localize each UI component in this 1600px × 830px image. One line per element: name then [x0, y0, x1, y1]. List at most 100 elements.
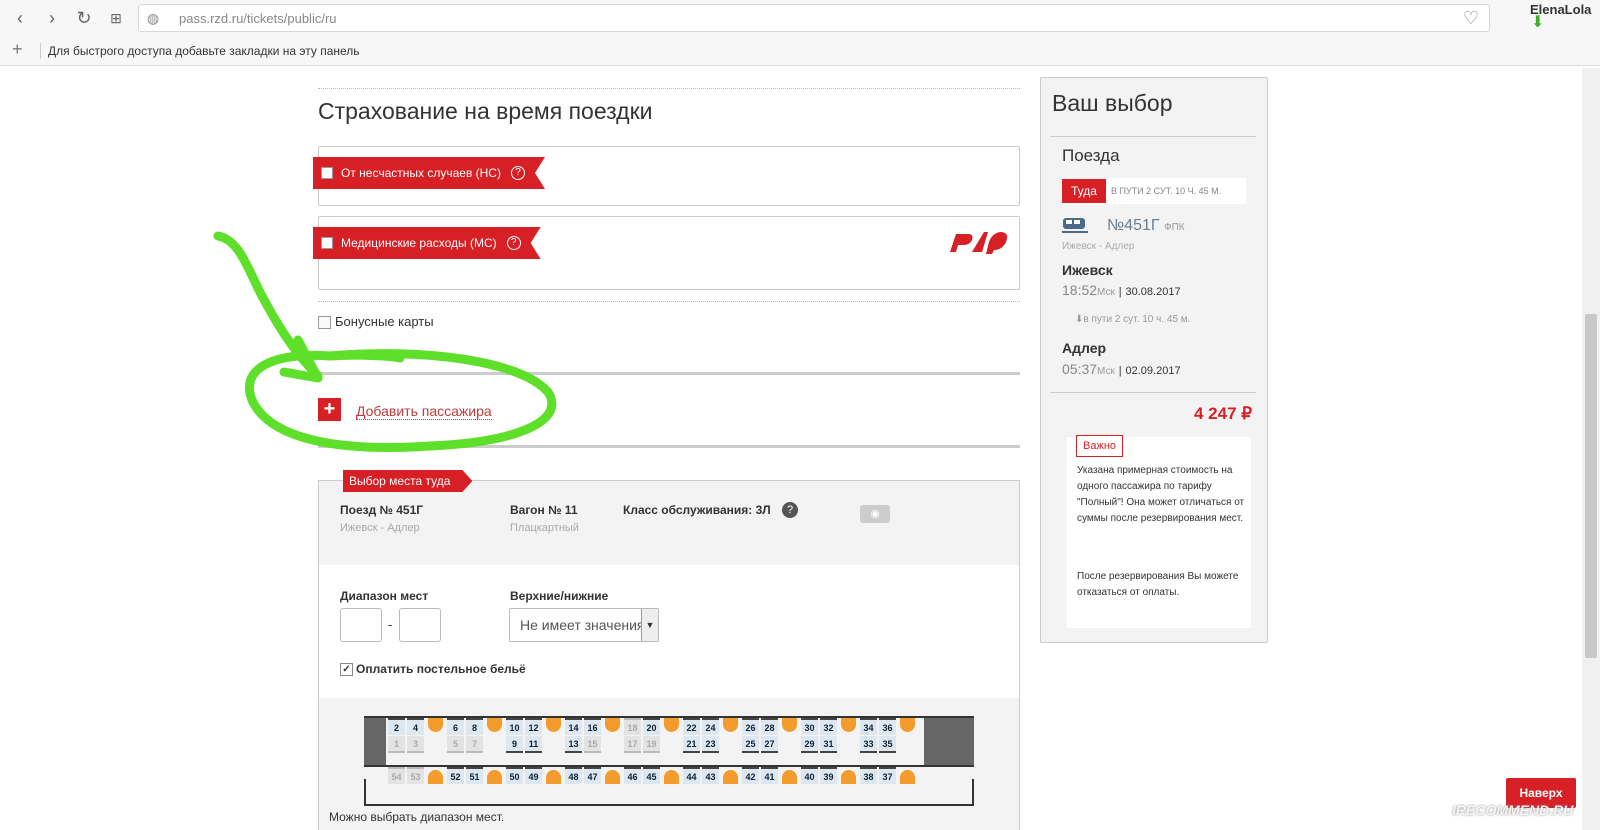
bonus-cards-option[interactable]: Бонусные карты — [318, 314, 434, 330]
berth-label: Верхние/нижние — [510, 589, 609, 603]
add-bookmark-icon[interactable]: + — [12, 39, 23, 60]
table-icon — [428, 770, 443, 784]
seat-41[interactable]: 41 — [761, 767, 778, 784]
help-icon[interactable]: ? — [507, 236, 521, 250]
range-dash: - — [388, 617, 393, 632]
berth-select[interactable]: Не имеет значения ▼ — [509, 608, 659, 642]
chevron-down-icon[interactable]: ▼ — [641, 609, 658, 641]
seat-37[interactable]: 37 — [879, 767, 896, 784]
seat-53[interactable]: 53 — [407, 767, 424, 784]
seat-42[interactable]: 42 — [742, 767, 759, 784]
add-passenger-link[interactable]: Добавить пассажира — [356, 403, 492, 420]
browser-toolbar: ‹ › ↻ ⊞ ◍ pass.rzd.ru/tickets/public/ru … — [0, 0, 1600, 36]
address-bar[interactable]: ◍ pass.rzd.ru/tickets/public/ru ♡ — [138, 4, 1490, 32]
seat-30[interactable]: 30 — [801, 718, 818, 735]
seat-26[interactable]: 26 — [742, 718, 759, 735]
seat-50[interactable]: 50 — [506, 767, 523, 784]
linen-checkbox[interactable]: ✓ — [340, 663, 353, 677]
seat-range-from-input[interactable] — [340, 608, 382, 642]
reload-icon[interactable]: ↻ — [72, 6, 96, 30]
back-icon[interactable]: ‹ — [8, 6, 32, 30]
seat-range-to-input[interactable] — [399, 608, 441, 642]
seat-38[interactable]: 38 — [860, 767, 877, 784]
seat-20[interactable]: 20 — [643, 718, 660, 735]
camera-icon[interactable]: ◉ — [860, 505, 890, 523]
help-icon[interactable]: ? — [782, 502, 798, 518]
seat-15[interactable]: 15 — [584, 736, 601, 753]
linen-option[interactable]: ✓ Оплатить постельное бельё — [340, 662, 526, 677]
seat-2[interactable]: 2 — [388, 718, 405, 735]
seat-22[interactable]: 22 — [683, 718, 700, 735]
seat-44[interactable]: 44 — [683, 767, 700, 784]
seat-6[interactable]: 6 — [447, 718, 464, 735]
arrival-time-line: 05:37Мск | 02.09.2017 — [1062, 361, 1181, 377]
seat-16[interactable]: 16 — [584, 718, 601, 735]
seat-9[interactable]: 9 — [506, 736, 523, 753]
table-icon — [428, 718, 443, 732]
seat-32[interactable]: 32 — [820, 718, 837, 735]
insurance-medical-checkbox[interactable] — [321, 237, 333, 249]
range-hint: Можно выбрать диапазон мест. — [329, 810, 505, 824]
seat-10[interactable]: 10 — [506, 718, 523, 735]
insurance-accident-checkbox[interactable] — [321, 167, 333, 179]
user-name[interactable]: ElenaLola — [1530, 2, 1591, 17]
heart-icon[interactable]: ♡ — [1463, 8, 1479, 29]
seat-36[interactable]: 36 — [879, 718, 896, 735]
seat-7[interactable]: 7 — [466, 736, 483, 753]
seat-23[interactable]: 23 — [702, 736, 719, 753]
seat-43[interactable]: 43 — [702, 767, 719, 784]
seat-3[interactable]: 3 — [407, 736, 424, 753]
table-icon — [723, 770, 738, 784]
seat-8[interactable]: 8 — [466, 718, 483, 735]
seat-45[interactable]: 45 — [643, 767, 660, 784]
help-icon[interactable]: ? — [511, 166, 525, 180]
seat-14[interactable]: 14 — [565, 718, 582, 735]
insurance-accident-box: От несчастных случаев (НС) ? — [318, 146, 1020, 206]
trip-duration: В ПУТИ 2 СУТ. 10 Ч. 45 М. — [1111, 186, 1222, 196]
bonus-cards-checkbox[interactable] — [318, 316, 331, 330]
page-scrollbar[interactable] — [1582, 68, 1600, 830]
important-note-text-2: После резервирования Вы можете отказатьс… — [1077, 571, 1239, 598]
seat-54[interactable]: 54 — [388, 767, 405, 784]
seat-48[interactable]: 48 — [565, 767, 582, 784]
insurance-accident-option[interactable]: От несчастных случаев (НС) ? — [313, 157, 545, 189]
seat-33[interactable]: 33 — [860, 736, 877, 753]
seat-34[interactable]: 34 — [860, 718, 877, 735]
apps-grid-icon[interactable]: ⊞ — [104, 6, 128, 30]
seat-1[interactable]: 1 — [388, 736, 405, 753]
seat-52[interactable]: 52 — [447, 767, 464, 784]
scroll-thumb[interactable] — [1585, 314, 1597, 658]
seat-24[interactable]: 24 — [702, 718, 719, 735]
seat-46[interactable]: 46 — [624, 767, 641, 784]
table-icon — [782, 770, 797, 784]
train-number: Поезд № 451Г — [340, 503, 424, 517]
seat-28[interactable]: 28 — [761, 718, 778, 735]
seat-21[interactable]: 21 — [683, 736, 700, 753]
seat-5[interactable]: 5 — [447, 736, 464, 753]
bookmarks-hint: Для быстрого доступа добавьте закладки н… — [48, 44, 360, 58]
seat-19[interactable]: 19 — [643, 736, 660, 753]
arrival-timezone: Мск — [1097, 366, 1115, 377]
seat-4[interactable]: 4 — [407, 718, 424, 735]
seat-13[interactable]: 13 — [565, 736, 582, 753]
seat-29[interactable]: 29 — [801, 736, 818, 753]
seat-39[interactable]: 39 — [820, 767, 837, 784]
forward-icon[interactable]: › — [40, 6, 64, 30]
seat-40[interactable]: 40 — [801, 767, 818, 784]
seat-47[interactable]: 47 — [584, 767, 601, 784]
seat-49[interactable]: 49 — [525, 767, 542, 784]
seat-27[interactable]: 27 — [761, 736, 778, 753]
add-passenger-icon[interactable]: + — [318, 398, 341, 421]
seat-51[interactable]: 51 — [466, 767, 483, 784]
seat-35[interactable]: 35 — [879, 736, 896, 753]
seat-25[interactable]: 25 — [742, 736, 759, 753]
divider — [318, 372, 1020, 375]
seat-31[interactable]: 31 — [820, 736, 837, 753]
divider — [1050, 392, 1256, 393]
seat-17[interactable]: 17 — [624, 736, 641, 753]
seat-12[interactable]: 12 — [525, 718, 542, 735]
seat-18[interactable]: 18 — [624, 718, 641, 735]
wagon-end — [924, 718, 974, 765]
insurance-medical-option[interactable]: Медицинские расходы (МС) ? — [313, 227, 541, 259]
seat-11[interactable]: 11 — [525, 736, 542, 753]
